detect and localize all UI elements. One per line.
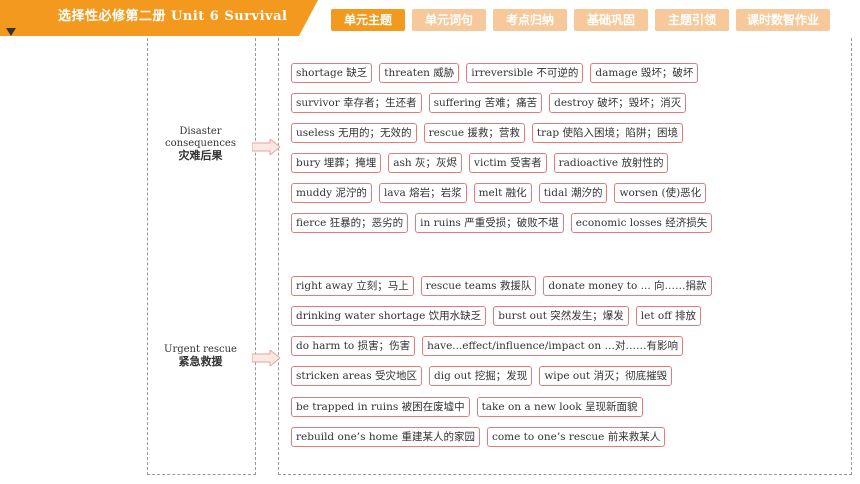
term-box: threaten 威胁 — [379, 63, 460, 83]
term-box: muddy 泥泞的 — [291, 183, 372, 203]
term-box: shortage 缺乏 — [291, 63, 373, 83]
term-box: rescue 援救；营救 — [423, 123, 525, 143]
term-box: come to one’s rescue 前来救某人 — [486, 427, 666, 447]
term-box: donate money to ... 向……捐款 — [543, 276, 712, 296]
tab-unit-theme[interactable]: 单元主题 — [331, 9, 405, 31]
term-row: rebuild one’s home 重建某人的家园 come to one’s … — [291, 425, 672, 447]
term-box: bury 埋葬；掩埋 — [291, 153, 382, 173]
section-label-cn: 紧急救援 — [178, 355, 223, 368]
term-box: radioactive 放射性的 — [553, 153, 669, 173]
tab-unit-vocab[interactable]: 单元词句 — [412, 9, 486, 31]
term-box: rebuild one’s home 重建某人的家园 — [291, 427, 480, 447]
term-box: dig out 挖掘；发现 — [429, 366, 533, 386]
term-box: be trapped in ruins 被困在废墟中 — [291, 397, 470, 417]
term-box: suffering 苦难；痛苦 — [428, 93, 543, 113]
term-box: have...effect/influence/impact on …对……有影… — [422, 336, 683, 356]
top-bar: 选择性必修第二册 Unit 6 Survival 单元主题 单元词句 考点归纳 … — [0, 0, 860, 38]
tab-basic-practice[interactable]: 基础巩固 — [574, 9, 648, 31]
section-label-urgent-rescue: Urgent rescue 紧急救援 — [147, 344, 254, 368]
arrow-right-icon — [252, 350, 280, 366]
term-box: melt 融化 — [473, 183, 532, 203]
term-box: survivor 幸存者；生还者 — [291, 93, 422, 113]
term-box: rescue teams 救援队 — [420, 276, 537, 296]
tab-theme-guide[interactable]: 主题引领 — [655, 9, 729, 31]
term-row: do harm to 损害；伤害 have...effect/influence/… — [291, 334, 690, 356]
term-box: economic losses 经济损失 — [570, 213, 713, 233]
label-column-frame — [147, 38, 256, 475]
term-box: do harm to 损害；伤害 — [291, 336, 416, 356]
term-box: take on a new look 呈现新面貌 — [476, 397, 643, 417]
term-box: irreversible 不可逆的 — [466, 63, 584, 83]
tab-key-points[interactable]: 考点归纳 — [493, 9, 567, 31]
term-box: useless 无用的；无效的 — [291, 123, 417, 143]
term-box: let off 排放 — [635, 306, 702, 326]
term-box: in ruins 严重受损；破败不堪 — [415, 213, 564, 233]
term-box: wipe out 消灭；彻底摧毁 — [539, 366, 673, 386]
page-title: 选择性必修第二册 Unit 6 Survival — [58, 9, 288, 24]
term-row: stricken areas 受灾地区 dig out 挖掘；发现 wipe out… — [291, 364, 679, 386]
term-row: be trapped in ruins 被困在废墟中 take on a new … — [291, 395, 650, 417]
tab-homework[interactable]: 课时数智作业 — [736, 9, 830, 31]
term-row: fierce 狂暴的；恶劣的 in ruins 严重受损；破败不堪 economic… — [291, 211, 719, 233]
term-row: shortage 缺乏 threaten 威胁 irreversible 不可逆的 d… — [291, 61, 705, 83]
term-box: drinking water shortage 饮用水缺乏 — [291, 306, 487, 326]
term-box: ash 灰；灰烬 — [388, 153, 463, 173]
term-box: right away 立刻；马上 — [291, 276, 414, 296]
section-label-en-line1: Disaster — [179, 126, 222, 137]
term-box: victim 受害者 — [469, 153, 547, 173]
arrow-right-icon — [252, 139, 280, 155]
term-box: burst out 突然发生；爆发 — [493, 306, 629, 326]
term-box: trap 使陷入困境；陷阱；困境 — [531, 123, 683, 143]
section-label-cn: 灾难后果 — [178, 149, 223, 162]
term-box: destroy 破坏；毁坏；消灭 — [549, 93, 687, 113]
term-row: survivor 幸存者；生还者 suffering 苦难；痛苦 destroy 破… — [291, 91, 693, 113]
term-box: stricken areas 受灾地区 — [291, 366, 423, 386]
term-box: lava 熔岩；岩浆 — [378, 183, 467, 203]
term-row: right away 立刻；马上 rescue teams 救援队 donate m… — [291, 274, 719, 296]
term-box: worsen (使)恶化 — [614, 183, 707, 203]
term-box: tidal 潮汐的 — [538, 183, 608, 203]
term-row: drinking water shortage 饮用水缺乏 burst out 突… — [291, 304, 708, 326]
term-row: muddy 泥泞的 lava 熔岩；岩浆 melt 融化 tidal 潮汐的 worse… — [291, 181, 713, 203]
term-row: useless 无用的；无效的 rescue 援救；营救 trap 使陷入困境；陷阱… — [291, 121, 690, 143]
term-box: damage 毁坏；破坏 — [590, 63, 699, 83]
section-label-disaster-consequences: Disaster consequences 灾难后果 — [147, 126, 254, 162]
term-row: bury 埋葬；掩埋 ash 灰；灰烬 victim 受害者 radioactive … — [291, 151, 675, 173]
term-box: fierce 狂暴的；恶劣的 — [291, 213, 409, 233]
